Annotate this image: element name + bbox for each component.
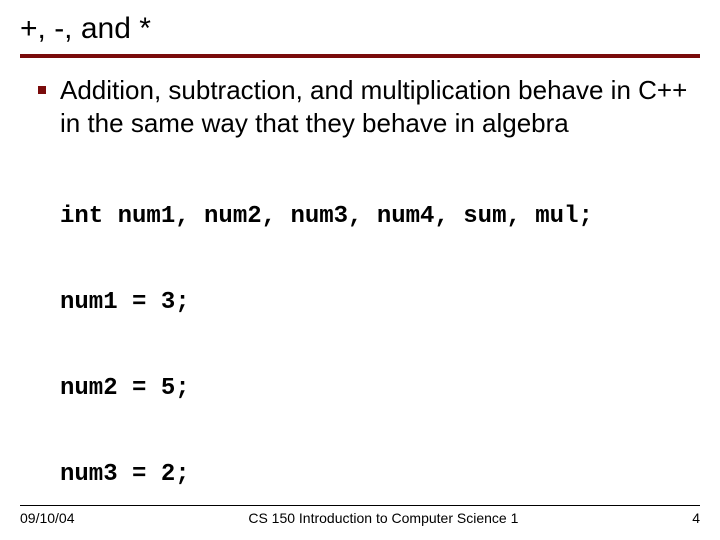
code-block: int num1, num2, num3, num4, sum, mul; nu…: [60, 157, 700, 540]
bullet-item: Addition, subtraction, and multiplicatio…: [38, 74, 700, 139]
slide-content: Addition, subtraction, and multiplicatio…: [20, 58, 700, 540]
bullet-text: Addition, subtraction, and multiplicatio…: [60, 74, 700, 139]
code-line: num2 = 5;: [60, 377, 700, 401]
footer-course: CS 150 Introduction to Computer Science …: [248, 510, 518, 526]
slide-title: +, -, and *: [20, 8, 700, 58]
slide-footer: 09/10/04 CS 150 Introduction to Computer…: [20, 505, 700, 526]
footer-page: 4: [692, 510, 700, 526]
footer-date: 09/10/04: [20, 510, 75, 526]
bullet-icon: [38, 86, 46, 94]
code-line: int num1, num2, num3, num4, sum, mul;: [60, 205, 700, 229]
slide: +, -, and * Addition, subtraction, and m…: [0, 0, 720, 540]
code-line: num1 = 3;: [60, 291, 700, 315]
footer-row: 09/10/04 CS 150 Introduction to Computer…: [20, 510, 700, 526]
footer-rule: [20, 505, 700, 506]
code-line: num3 = 2;: [60, 463, 700, 487]
